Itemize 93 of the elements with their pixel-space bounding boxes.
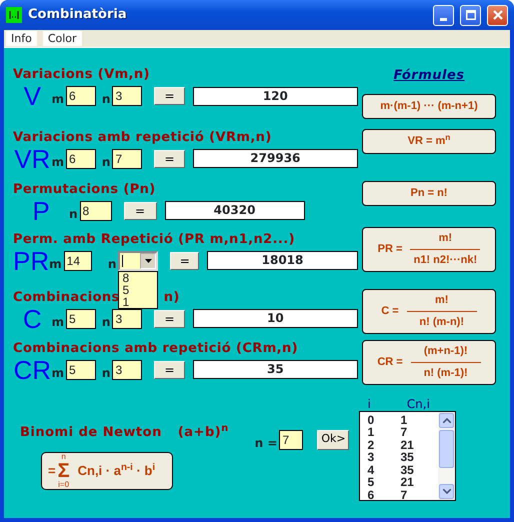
formulas-heading: Fórmules [393, 67, 465, 85]
formula-symbol: CR [13, 358, 52, 382]
close-icon [492, 10, 502, 20]
list-cell-text: 6 [367, 489, 376, 500]
input-field[interactable]: 7 [112, 148, 142, 168]
result-field: 35 [192, 360, 358, 379]
result-field: 279936 [192, 149, 358, 168]
result-field: 120 [192, 86, 358, 106]
field-label: n [102, 91, 112, 108]
section-title: Combinacions amb repetició (CRm,n) [13, 340, 298, 358]
field-label: n [69, 206, 79, 222]
scroll-down-icon[interactable] [442, 488, 451, 494]
formula-box: m·(m-1) ··· (m-n+1) [362, 94, 496, 118]
dropdown-field[interactable] [118, 250, 158, 270]
scroll-up-icon[interactable] [442, 418, 451, 422]
formula-symbol: PR [13, 248, 50, 272]
formula-box: C = m! n! (m-n)! [362, 288, 496, 334]
formula-box: VR = m$^{n}$ [362, 128, 496, 154]
app-icon [6, 7, 22, 23]
input-field[interactable]: 7 [279, 430, 304, 450]
list-cell-text: 2 [367, 438, 376, 452]
minimize-icon [440, 18, 447, 20]
scrollbar[interactable] [438, 412, 456, 500]
list-cell-text: 0 [367, 414, 376, 426]
column-header: Cn,i [406, 396, 430, 410]
equals-button[interactable]: = [154, 360, 185, 378]
dropdown-option[interactable]: 8 [122, 272, 154, 284]
caret-icon [144, 258, 152, 262]
input-field[interactable]: 3 [112, 86, 142, 106]
equals-button[interactable]: = [154, 310, 185, 328]
formula-box: PR = m! n1! n2!···nk! [362, 226, 496, 272]
equals-button[interactable]: = [154, 87, 185, 105]
result-field: 10 [192, 309, 358, 328]
list-cell-text: 5 [367, 476, 376, 490]
list-cell: 35 [400, 451, 414, 464]
field-label: n = [254, 434, 278, 452]
section-title: Perm. amb Repetició (PR m,n1,n2...) [13, 230, 295, 248]
input-field[interactable]: 6 [66, 148, 96, 168]
maximize-button[interactable] [460, 4, 481, 26]
field-label: n [102, 314, 112, 330]
list-cell-text: 1 [367, 426, 376, 439]
list-cell-text: 4 [367, 464, 376, 476]
list-cell-text: 3 [367, 451, 376, 464]
formula-symbol: V [22, 84, 42, 108]
input-field[interactable]: 6 [66, 86, 96, 106]
ok-button[interactable]: Ok> [317, 430, 350, 450]
list-cell: 1 [400, 414, 408, 426]
section-title: Variacions amb repetició (VRm,n) [13, 128, 272, 146]
section-title: Combinacions [13, 288, 120, 306]
section-title: Permutacions (Pn) [13, 180, 156, 198]
dropdown-option[interactable]: 5 [122, 284, 154, 296]
menu-item[interactable]: Info [6, 31, 37, 46]
list-cell: 21 [400, 476, 414, 490]
input-field[interactable]: 14 [64, 250, 92, 270]
section-title: Variacions (Vm,n) [13, 66, 150, 84]
field-label: m [52, 364, 66, 382]
list-cell: 7 [400, 489, 408, 500]
column-header: i [367, 396, 371, 410]
formula-symbol: P [31, 198, 51, 222]
maximize-icon [466, 10, 476, 20]
formula-box: = n Σ i=0 Cn,i · a$^{n-i}$ · b$^{i}$ [41, 452, 173, 490]
dropdown-option[interactable]: 1 [122, 296, 154, 308]
field-label: m [52, 154, 66, 170]
menu-item[interactable]: Color [42, 31, 82, 46]
input-field[interactable]: 5 [66, 360, 96, 380]
list-cell: 7 [400, 426, 408, 439]
formula-symbol: C [22, 306, 43, 330]
list-box[interactable]: 0 1 1 7 2 21 3 35 4 35 5 21 6 7 [359, 410, 456, 500]
field-label: m [52, 91, 66, 108]
equals-button[interactable]: = [170, 252, 199, 270]
equals-button[interactable]: = [154, 150, 185, 168]
window-title: Combinatòria [28, 6, 128, 24]
field-label: n [108, 256, 118, 272]
formula-box: Pn = n! [362, 180, 496, 206]
section-title: n) [164, 288, 180, 306]
input-field[interactable]: 8 [80, 200, 112, 220]
input-field[interactable]: 3 [112, 308, 142, 328]
field-label: m [52, 314, 66, 330]
field-label: n [102, 364, 112, 382]
formula-box: CR = (m+n-1)! n! (m-1)! [362, 340, 496, 384]
close-button[interactable] [487, 4, 508, 26]
input-field[interactable]: 3 [112, 360, 142, 380]
section-title: Binomi de Newton (a+b)$^{n}$ [19, 422, 229, 442]
list-cell: 35 [400, 464, 414, 476]
list-cell: 21 [400, 438, 414, 452]
minimize-button[interactable] [433, 4, 454, 26]
input-field[interactable]: 5 [66, 308, 96, 328]
equals-button[interactable]: = [124, 202, 157, 220]
field-label: m [49, 256, 63, 272]
field-label: n [102, 154, 112, 170]
result-field: 18018 [207, 251, 358, 270]
formula-symbol: VR [13, 146, 52, 170]
result-field: 40320 [164, 201, 305, 220]
